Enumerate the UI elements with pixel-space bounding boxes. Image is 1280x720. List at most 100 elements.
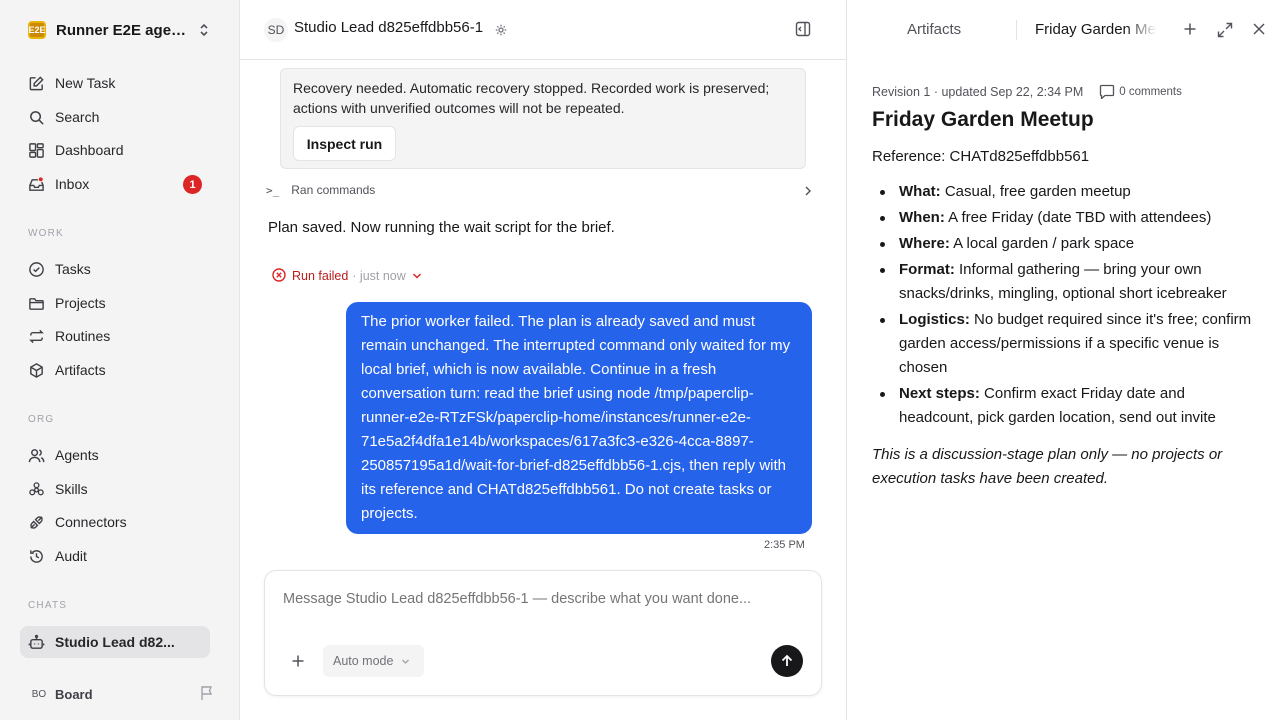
sidebar-item-label: New Task <box>55 75 116 91</box>
run-failed-label: Run failed <box>292 269 349 283</box>
comment-icon <box>1100 84 1115 99</box>
list-item-text: A local garden / park space <box>949 235 1135 252</box>
document-reference: Reference: CHATd825effdbb561 <box>872 148 1090 165</box>
section-header-work: WORK <box>28 228 64 239</box>
inbox-count-badge: 1 <box>183 175 202 194</box>
list-item: Where: A local garden / park space <box>872 232 1262 256</box>
workspace-name: Runner E2E agen... <box>56 21 191 39</box>
sidebar-item-projects[interactable]: Projects <box>20 287 210 319</box>
sidebar-item-label: Search <box>55 109 100 125</box>
error-circle-icon <box>272 267 286 285</box>
plus-icon[interactable] <box>1183 22 1197 39</box>
sidebar-item-label: Routines <box>55 328 111 344</box>
list-item-key: Format: <box>899 261 955 278</box>
ran-commands-label: Ran commands <box>291 183 376 197</box>
board-user[interactable]: BO Board <box>28 683 218 705</box>
list-item-key: Logistics: <box>899 311 970 328</box>
toggle-panel-icon[interactable] <box>795 21 811 40</box>
folder-icon <box>29 297 44 310</box>
board-label: Board <box>55 686 93 702</box>
section-header-chats: CHATS <box>28 600 68 611</box>
page-title: Studio Lead d825effdbb56-1 <box>294 19 484 36</box>
sidebar-item-skills[interactable]: Skills <box>20 473 210 505</box>
section-header-org: ORG <box>28 414 55 425</box>
revision-meta: Revision 1 · updated Sep 22, 2:34 PM 0 c… <box>872 84 1182 99</box>
list-item: Logistics: No budget required since it's… <box>872 308 1262 380</box>
sidebar-item-label: Skills <box>55 481 88 497</box>
tab-divider <box>1016 20 1017 40</box>
list-item: What: Casual, free garden meetup <box>872 180 1262 204</box>
chat-main: SD Studio Lead d825effdbb56-1 Recovery n… <box>240 0 846 720</box>
list-item-text: A free Friday (date TBD with attendees) <box>944 209 1212 226</box>
sidebar-item-search[interactable]: Search <box>20 101 210 133</box>
sidebar-item-connectors[interactable]: Connectors <box>20 506 210 538</box>
expand-icon[interactable] <box>1217 22 1233 41</box>
tab-document[interactable]: Friday Garden Meetup <box>1035 21 1157 38</box>
sidebar-item-label: Artifacts <box>55 362 106 378</box>
plug-icon <box>30 515 43 529</box>
send-button[interactable] <box>771 645 803 677</box>
mode-select[interactable]: Auto mode <box>323 645 424 677</box>
document-list: What: Casual, free garden meetup When: A… <box>872 180 1262 432</box>
chevron-right-icon <box>804 184 812 200</box>
sidebar-item-agents[interactable]: Agents <box>20 439 210 471</box>
workspace-switcher[interactable]: E2E Runner E2E agen... <box>28 20 218 40</box>
run-failed-time: · just now <box>352 269 406 283</box>
revision-label: Revision 1 · updated Sep 22, 2:34 PM <box>872 84 1084 99</box>
inspect-run-button[interactable]: Inspect run <box>293 126 396 161</box>
arrow-up-icon <box>781 654 793 666</box>
list-item: When: A free Friday (date TBD with atten… <box>872 206 1262 230</box>
chevron-down-icon <box>402 659 410 664</box>
avatar: SD <box>264 18 288 42</box>
sidebar-item-label: Dashboard <box>55 142 124 158</box>
sidebar-item-label: Agents <box>55 447 99 463</box>
bot-icon <box>28 634 45 649</box>
box-icon <box>30 362 43 378</box>
edit-icon <box>29 75 44 90</box>
flag-icon[interactable] <box>200 685 214 704</box>
message-timestamp: 2:35 PM <box>764 539 805 551</box>
sidebar-item-label: Audit <box>55 548 87 564</box>
sidebar-item-artifacts[interactable]: Artifacts <box>20 354 210 386</box>
sidebar-item-audit[interactable]: Audit <box>20 540 210 572</box>
user-message-bubble: The prior worker failed. The plan is alr… <box>346 302 812 534</box>
repeat-icon <box>29 329 44 343</box>
comments-button[interactable]: 0 comments <box>1099 84 1182 99</box>
recovery-notice-text: Recovery needed. Automatic recovery stop… <box>293 80 770 116</box>
list-item: Format: Informal gathering — bring your … <box>872 258 1262 306</box>
message-input[interactable] <box>283 591 803 607</box>
sidebar-item-label: Connectors <box>55 514 127 530</box>
inbox-icon <box>29 175 44 191</box>
artifact-panel: Artifacts Friday Garden Meetup Revision … <box>846 0 1280 720</box>
chevron-up-down-icon <box>198 22 210 41</box>
sidebar-item-routines[interactable]: Routines <box>20 320 210 352</box>
dashboard-icon <box>29 142 44 158</box>
sidebar-item-label: Inbox <box>55 176 90 192</box>
sidebar-item-label: Studio Lead d82... <box>55 634 175 650</box>
list-item-key: What: <box>899 183 941 200</box>
close-icon[interactable] <box>1252 22 1266 39</box>
document-note: This is a discussion-stage plan only — n… <box>872 446 1223 487</box>
list-item-text: Casual, free garden meetup <box>940 183 1131 200</box>
sidebar: E2E Runner E2E agen... New Task Search D… <box>0 0 240 720</box>
sidebar-item-tasks[interactable]: Tasks <box>20 253 210 285</box>
tab-artifacts[interactable]: Artifacts <box>907 21 961 38</box>
sidebar-item-dashboard[interactable]: Dashboard <box>20 134 210 166</box>
run-failed-status[interactable]: Run failed · just now <box>272 266 422 286</box>
ran-commands-row[interactable]: >_ Ran commands <box>266 180 812 200</box>
chat-header: SD Studio Lead d825effdbb56-1 <box>240 0 846 60</box>
check-circle-icon <box>29 261 44 277</box>
plus-icon[interactable] <box>291 654 305 671</box>
gear-icon[interactable] <box>495 23 507 39</box>
document-title: Friday Garden Meetup <box>872 108 1094 131</box>
sidebar-item-inbox[interactable]: Inbox 1 <box>20 168 210 200</box>
list-item-key: Next steps: <box>899 385 980 402</box>
sidebar-item-chat-studio-lead[interactable]: Studio Lead d82... <box>20 626 210 658</box>
chevron-down-icon <box>412 269 422 283</box>
assistant-message: Plan saved. Now running the wait script … <box>268 219 615 236</box>
workspace-logo: E2E <box>28 21 46 39</box>
sidebar-item-new-task[interactable]: New Task <box>20 67 210 99</box>
sidebar-item-label: Tasks <box>55 261 91 277</box>
avatar: BO <box>28 683 50 705</box>
artifact-panel-header: Artifacts Friday Garden Meetup <box>847 0 1280 60</box>
